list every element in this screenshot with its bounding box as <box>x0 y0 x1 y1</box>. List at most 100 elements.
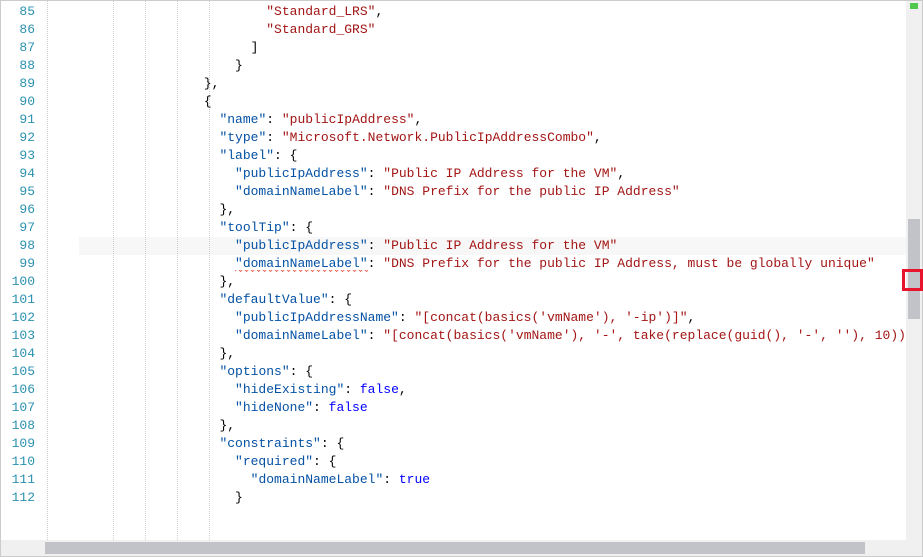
json-punct: : <box>266 112 282 127</box>
json-punct: , <box>594 130 602 145</box>
line-number: 104 <box>1 345 35 363</box>
code-line[interactable]: ] <box>79 39 922 57</box>
code-editor[interactable]: 8586878889909192939495969798991001011021… <box>1 1 922 556</box>
json-string: "Public IP Address for the VM" <box>383 166 617 181</box>
json-punct: { <box>204 94 212 109</box>
json-string: "Public IP Address for the VM" <box>383 238 617 253</box>
line-number: 96 <box>1 201 35 219</box>
code-line[interactable]: "domainNameLabel": "[concat(basics('vmNa… <box>79 327 922 345</box>
horizontal-scrollbar[interactable] <box>1 540 906 556</box>
json-punct: }, <box>219 202 235 217</box>
json-key: "hideExisting" <box>235 382 344 397</box>
json-punct: , <box>688 310 696 325</box>
line-number: 99 <box>1 255 35 273</box>
json-string: "Standard_GRS" <box>266 22 375 37</box>
code-line[interactable]: "publicIpAddress": "Public IP Address fo… <box>79 237 922 255</box>
line-number: 91 <box>1 111 35 129</box>
json-punct: : { <box>290 220 313 235</box>
line-number: 109 <box>1 435 35 453</box>
json-punct: : <box>313 400 329 415</box>
json-string: "DNS Prefix for the public IP Address, m… <box>383 256 874 271</box>
json-punct: , <box>399 382 407 397</box>
json-punct: : <box>399 310 415 325</box>
json-punct: : <box>383 472 399 487</box>
json-boolean: true <box>399 472 430 487</box>
json-punct: : <box>368 238 384 253</box>
json-punct: : <box>368 256 384 271</box>
json-key: "publicIpAddress" <box>235 166 368 181</box>
json-punct: : { <box>274 148 297 163</box>
line-number: 92 <box>1 129 35 147</box>
code-content[interactable]: "Standard_LRS", "Standard_GRS" ] } }, { … <box>79 1 922 556</box>
json-punct: : { <box>313 454 336 469</box>
json-key: "toolTip" <box>219 220 289 235</box>
code-line[interactable]: } <box>79 489 922 507</box>
json-punct: : { <box>329 292 352 307</box>
json-key: "domainNameLabel" <box>235 328 368 343</box>
line-number: 105 <box>1 363 35 381</box>
code-line[interactable]: }, <box>79 417 922 435</box>
json-key: "name" <box>219 112 266 127</box>
json-punct: : <box>368 166 384 181</box>
json-punct: : <box>368 328 384 343</box>
horizontal-scroll-thumb[interactable] <box>45 542 865 554</box>
code-line[interactable]: "name": "publicIpAddress", <box>79 111 922 129</box>
code-line[interactable]: "Standard_LRS", <box>79 3 922 21</box>
code-line[interactable]: "hideExisting": false, <box>79 381 922 399</box>
code-line[interactable]: "domainNameLabel": "DNS Prefix for the p… <box>79 183 922 201</box>
json-punct: } <box>235 490 243 505</box>
code-line[interactable]: "publicIpAddressName": "[concat(basics('… <box>79 309 922 327</box>
error-highlight-box <box>902 269 923 291</box>
code-line[interactable]: } <box>79 57 922 75</box>
code-line[interactable]: "label": { <box>79 147 922 165</box>
code-line[interactable]: "domainNameLabel": true <box>79 471 922 489</box>
json-boolean: false <box>360 382 399 397</box>
code-line[interactable]: { <box>79 93 922 111</box>
line-number: 112 <box>1 489 35 507</box>
json-string: "[concat(basics('vmName'), '-ip')]" <box>414 310 687 325</box>
line-number: 106 <box>1 381 35 399</box>
json-key: "publicIpAddress" <box>235 238 368 253</box>
code-line[interactable]: "toolTip": { <box>79 219 922 237</box>
line-number: 107 <box>1 399 35 417</box>
code-line[interactable]: "defaultValue": { <box>79 291 922 309</box>
line-number: 87 <box>1 39 35 57</box>
code-line[interactable]: }, <box>79 201 922 219</box>
line-number: 111 <box>1 471 35 489</box>
line-number: 108 <box>1 417 35 435</box>
line-number: 103 <box>1 327 35 345</box>
line-number: 90 <box>1 93 35 111</box>
json-key: "options" <box>219 364 289 379</box>
line-number: 94 <box>1 165 35 183</box>
json-punct: } <box>235 58 243 73</box>
json-punct: : <box>368 184 384 199</box>
code-line[interactable]: "publicIpAddress": "Public IP Address fo… <box>79 165 922 183</box>
scroll-corner <box>906 540 922 556</box>
json-punct: : <box>266 130 282 145</box>
json-punct: , <box>617 166 625 181</box>
line-number: 89 <box>1 75 35 93</box>
code-line[interactable]: "hideNone": false <box>79 399 922 417</box>
code-line[interactable]: "domainNameLabel": "DNS Prefix for the p… <box>79 255 922 273</box>
json-punct: ] <box>251 40 259 55</box>
code-line[interactable]: "constraints": { <box>79 435 922 453</box>
code-line[interactable]: "required": { <box>79 453 922 471</box>
json-punct: }, <box>219 418 235 433</box>
json-key: "defaultValue" <box>219 292 328 307</box>
code-line[interactable]: "Standard_GRS" <box>79 21 922 39</box>
json-key: "domainNameLabel" <box>235 184 368 199</box>
json-boolean: false <box>329 400 368 415</box>
json-punct: }, <box>204 76 220 91</box>
code-line[interactable]: "type": "Microsoft.Network.PublicIpAddre… <box>79 129 922 147</box>
code-line[interactable]: }, <box>79 273 922 291</box>
json-key: "required" <box>235 454 313 469</box>
code-line[interactable]: }, <box>79 75 922 93</box>
code-line[interactable]: "options": { <box>79 363 922 381</box>
json-string: "Standard_LRS" <box>266 4 375 19</box>
json-key: "domainNameLabel" <box>235 256 368 272</box>
line-number: 98 <box>1 237 35 255</box>
code-line[interactable]: }, <box>79 345 922 363</box>
line-number: 85 <box>1 3 35 21</box>
json-punct: : { <box>321 436 344 451</box>
fold-gutter[interactable] <box>43 1 79 556</box>
